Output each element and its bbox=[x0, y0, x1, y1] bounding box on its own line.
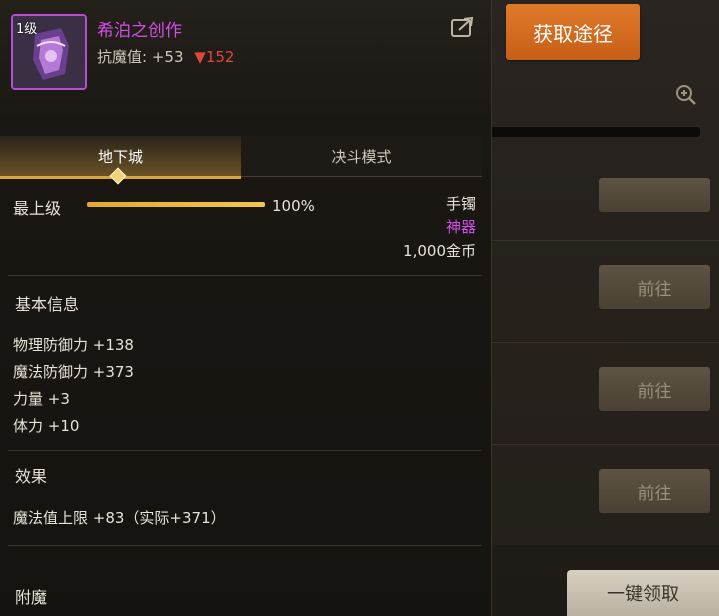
stat-line: 力量 +3 bbox=[13, 390, 70, 408]
go-button-partial[interactable] bbox=[599, 178, 710, 212]
upgrade-progress-fill bbox=[87, 202, 265, 207]
item-icon-frame: 1级 bbox=[11, 14, 87, 90]
section-title-basic-info: 基本信息 bbox=[15, 295, 80, 314]
list-row: 前往 bbox=[490, 240, 719, 341]
stat-change: ▼152 bbox=[194, 48, 235, 66]
section-title-effects: 效果 bbox=[15, 467, 48, 486]
stat-value: +53 bbox=[151, 48, 184, 66]
go-button[interactable]: 前往 bbox=[599, 367, 710, 411]
share-icon[interactable] bbox=[450, 16, 476, 38]
mode-tabs: 地下城 决斗模式 bbox=[0, 136, 482, 179]
upgrade-level-label: 最上级 bbox=[13, 199, 62, 218]
item-detail-panel: 1级 希泊之创作 抗魔值: +53 ▼152 地下城 决斗模式 最上级 100%… bbox=[0, 0, 492, 616]
divider bbox=[8, 275, 482, 276]
divider bbox=[8, 545, 482, 546]
item-slot-type: 手镯 bbox=[445, 195, 476, 213]
list-row: 前往 bbox=[490, 342, 719, 443]
divider bbox=[8, 450, 482, 451]
go-button[interactable]: 前往 bbox=[599, 469, 710, 513]
stat-line: 物理防御力 +138 bbox=[13, 336, 134, 354]
tab-duel-mode[interactable]: 决斗模式 bbox=[241, 136, 482, 176]
claim-all-button[interactable]: 一键领取 bbox=[567, 570, 719, 616]
item-header: 1级 希泊之创作 抗魔值: +53 ▼152 bbox=[0, 0, 491, 120]
section-title-enchant: 附魔 bbox=[15, 588, 48, 607]
stat-line: 体力 +10 bbox=[13, 417, 80, 435]
item-rarity: 神器 bbox=[445, 218, 476, 236]
item-main-stat: 抗魔值: +53 ▼152 bbox=[97, 46, 234, 67]
zoom-in-icon[interactable] bbox=[675, 84, 697, 106]
list-row: 前往 bbox=[490, 444, 719, 545]
go-button[interactable]: 前往 bbox=[599, 265, 710, 309]
item-price: 1,000金币 bbox=[403, 242, 476, 260]
progress-track bbox=[490, 127, 700, 137]
get-source-button[interactable]: 获取途径 bbox=[506, 4, 640, 60]
item-name: 希泊之创作 bbox=[97, 21, 182, 41]
stat-label: 抗魔值: bbox=[97, 48, 148, 66]
effect-line: 魔法值上限 +83（实际+371） bbox=[13, 509, 226, 527]
upgrade-percent: 100% bbox=[272, 197, 315, 215]
upgrade-progress-bar bbox=[87, 202, 265, 207]
item-level: 1级 bbox=[16, 22, 38, 37]
stat-line: 魔法防御力 +373 bbox=[13, 363, 134, 381]
